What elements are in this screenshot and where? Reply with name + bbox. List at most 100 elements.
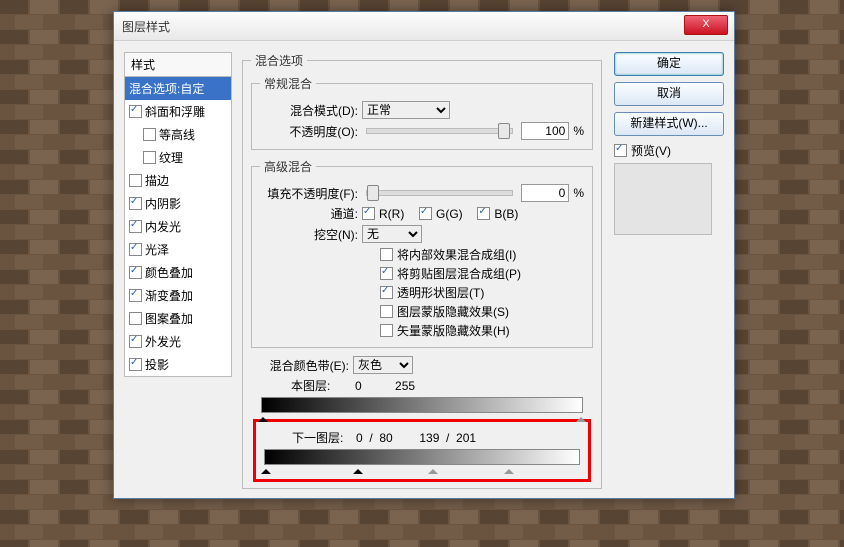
this-layer-gradient[interactable] — [261, 397, 583, 413]
under-black-a[interactable] — [261, 464, 271, 474]
blendif-label: 混合颜色带(E): — [251, 357, 349, 374]
channel-g-label: G(G) — [436, 207, 463, 221]
advanced-legend: 高级混合 — [260, 158, 316, 175]
style-checkbox[interactable] — [129, 289, 142, 302]
adv-label: 将内部效果混合成组(I) — [397, 246, 516, 263]
adv-checkbox[interactable] — [380, 324, 393, 337]
style-label: 渐变叠加 — [145, 287, 193, 304]
style-label: 纹理 — [159, 149, 183, 166]
style-item[interactable]: 混合选项:自定 — [125, 77, 231, 100]
this-layer-values: 0 255 — [355, 379, 415, 393]
under-white-b[interactable] — [504, 464, 514, 474]
adv-checkbox[interactable] — [380, 286, 393, 299]
style-label: 图案叠加 — [145, 310, 193, 327]
style-checkbox[interactable] — [129, 335, 142, 348]
style-checkbox[interactable] — [129, 174, 142, 187]
blend-mode-label: 混合模式(D): — [260, 102, 358, 119]
style-item[interactable]: 内阴影 — [125, 192, 231, 215]
style-checkbox[interactable] — [143, 128, 156, 141]
style-checkbox[interactable] — [129, 243, 142, 256]
style-item[interactable]: 渐变叠加 — [125, 284, 231, 307]
under-layer-gradient[interactable] — [264, 449, 580, 465]
style-item[interactable]: 纹理 — [125, 146, 231, 169]
style-label: 描边 — [145, 172, 169, 189]
adv-option: 矢量蒙版隐藏效果(H) — [380, 322, 584, 339]
blend-mode-select[interactable]: 正常 — [362, 101, 450, 119]
channel-r-label: R(R) — [379, 207, 404, 221]
style-item[interactable]: 等高线 — [125, 123, 231, 146]
style-checkbox[interactable] — [143, 151, 156, 164]
adv-label: 透明形状图层(T) — [397, 284, 484, 301]
this-layer-white-stop[interactable] — [576, 412, 586, 422]
under-black-b[interactable] — [353, 464, 363, 474]
style-item[interactable]: 颜色叠加 — [125, 261, 231, 284]
underlying-layer-highlight: 下一图层: 0 / 80 139 / 201 — [253, 419, 591, 482]
styles-panel: 样式 混合选项:自定斜面和浮雕等高线纹理描边内阴影内发光光泽颜色叠加渐变叠加图案… — [124, 52, 232, 377]
channel-b-checkbox[interactable] — [477, 207, 490, 220]
adv-label: 将剪贴图层混合成组(P) — [397, 265, 521, 282]
knockout-label: 挖空(N): — [260, 226, 358, 243]
style-item[interactable]: 描边 — [125, 169, 231, 192]
knockout-select[interactable]: 无 — [362, 225, 422, 243]
blendif-select[interactable]: 灰色 — [353, 356, 413, 374]
style-label: 内阴影 — [145, 195, 181, 212]
under-white-a[interactable] — [428, 464, 438, 474]
cancel-button[interactable]: 取消 — [614, 82, 724, 106]
blend-options-legend: 混合选项 — [251, 52, 307, 69]
blend-options-group: 混合选项 常规混合 混合模式(D): 正常 不透明度(O): % 高级 — [242, 52, 602, 489]
channel-b-label: B(B) — [494, 207, 518, 221]
style-item[interactable]: 斜面和浮雕 — [125, 100, 231, 123]
fill-slider[interactable] — [366, 190, 513, 196]
percent-label-2: % — [573, 186, 584, 200]
style-item[interactable]: 内发光 — [125, 215, 231, 238]
style-checkbox[interactable] — [129, 358, 142, 371]
general-blend-group: 常规混合 混合模式(D): 正常 不透明度(O): % — [251, 75, 593, 150]
under-layer-values: 0 / 80 139 / 201 — [356, 431, 476, 445]
fill-input[interactable] — [521, 184, 569, 202]
style-checkbox[interactable] — [129, 220, 142, 233]
adv-option: 将内部效果混合成组(I) — [380, 246, 584, 263]
style-label: 投影 — [145, 356, 169, 373]
titlebar[interactable]: 图层样式 X — [114, 12, 734, 41]
dialog-title: 图层样式 — [122, 18, 170, 35]
style-checkbox[interactable] — [129, 105, 142, 118]
adv-checkbox[interactable] — [380, 305, 393, 318]
adv-option: 图层蒙版隐藏效果(S) — [380, 303, 584, 320]
channel-r-checkbox[interactable] — [362, 207, 375, 220]
this-layer-black-stop[interactable] — [258, 412, 268, 422]
under-layer-label: 下一图层: — [292, 429, 352, 446]
style-item[interactable]: 投影 — [125, 353, 231, 376]
channel-g-checkbox[interactable] — [419, 207, 432, 220]
style-item[interactable]: 图案叠加 — [125, 307, 231, 330]
opacity-slider[interactable] — [366, 128, 513, 134]
opacity-label: 不透明度(O): — [260, 123, 358, 140]
style-label: 等高线 — [159, 126, 195, 143]
adv-label: 图层蒙版隐藏效果(S) — [397, 303, 509, 320]
style-label: 内发光 — [145, 218, 181, 235]
adv-checkbox[interactable] — [380, 267, 393, 280]
style-checkbox[interactable] — [129, 266, 142, 279]
percent-label: % — [573, 124, 584, 138]
style-item[interactable]: 光泽 — [125, 238, 231, 261]
this-layer-label: 本图层: — [291, 377, 351, 394]
style-label: 混合选项:自定 — [129, 80, 204, 97]
general-legend: 常规混合 — [260, 75, 316, 92]
preview-label: 预览(V) — [631, 142, 671, 159]
channels-label: 通道: — [260, 205, 358, 222]
ok-button[interactable]: 确定 — [614, 52, 724, 76]
style-label: 外发光 — [145, 333, 181, 350]
style-checkbox[interactable] — [129, 197, 142, 210]
style-label: 光泽 — [145, 241, 169, 258]
styles-header: 样式 — [124, 52, 232, 77]
preview-checkbox[interactable] — [614, 144, 627, 157]
adv-option: 将剪贴图层混合成组(P) — [380, 265, 584, 282]
style-item[interactable]: 外发光 — [125, 330, 231, 353]
fill-label: 填充不透明度(F): — [260, 185, 358, 202]
new-style-button[interactable]: 新建样式(W)... — [614, 112, 724, 136]
close-button[interactable]: X — [684, 15, 728, 35]
opacity-input[interactable] — [521, 122, 569, 140]
adv-checkbox[interactable] — [380, 248, 393, 261]
adv-label: 矢量蒙版隐藏效果(H) — [397, 322, 510, 339]
style-checkbox[interactable] — [129, 312, 142, 325]
adv-option: 透明形状图层(T) — [380, 284, 584, 301]
